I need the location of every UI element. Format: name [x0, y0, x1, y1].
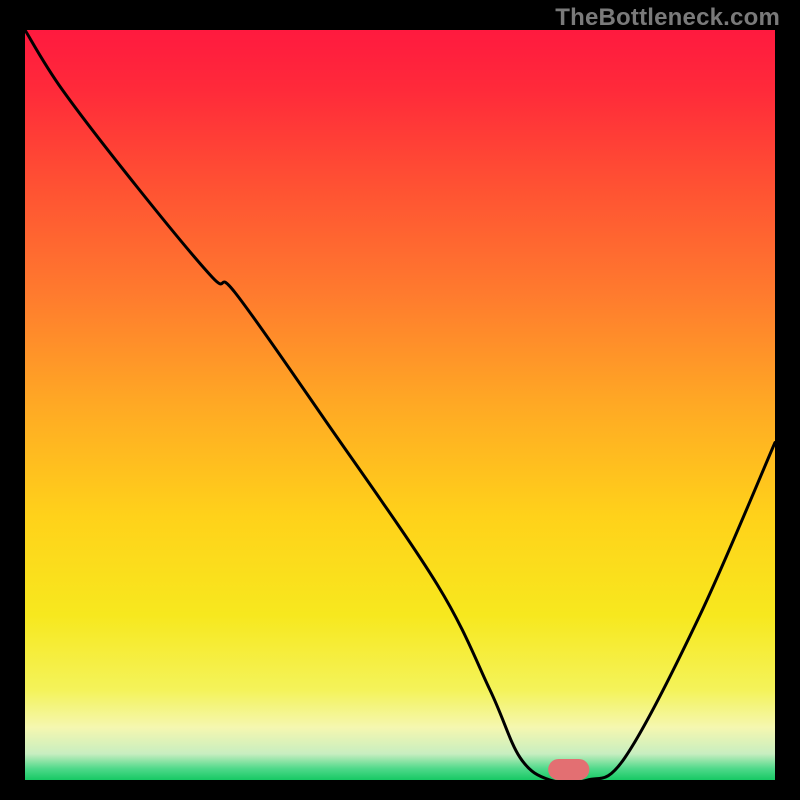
- bottleneck-chart: [0, 0, 800, 800]
- chart-frame: TheBottleneck.com: [0, 0, 800, 800]
- gradient-background: [25, 30, 775, 780]
- result-marker: [548, 759, 589, 780]
